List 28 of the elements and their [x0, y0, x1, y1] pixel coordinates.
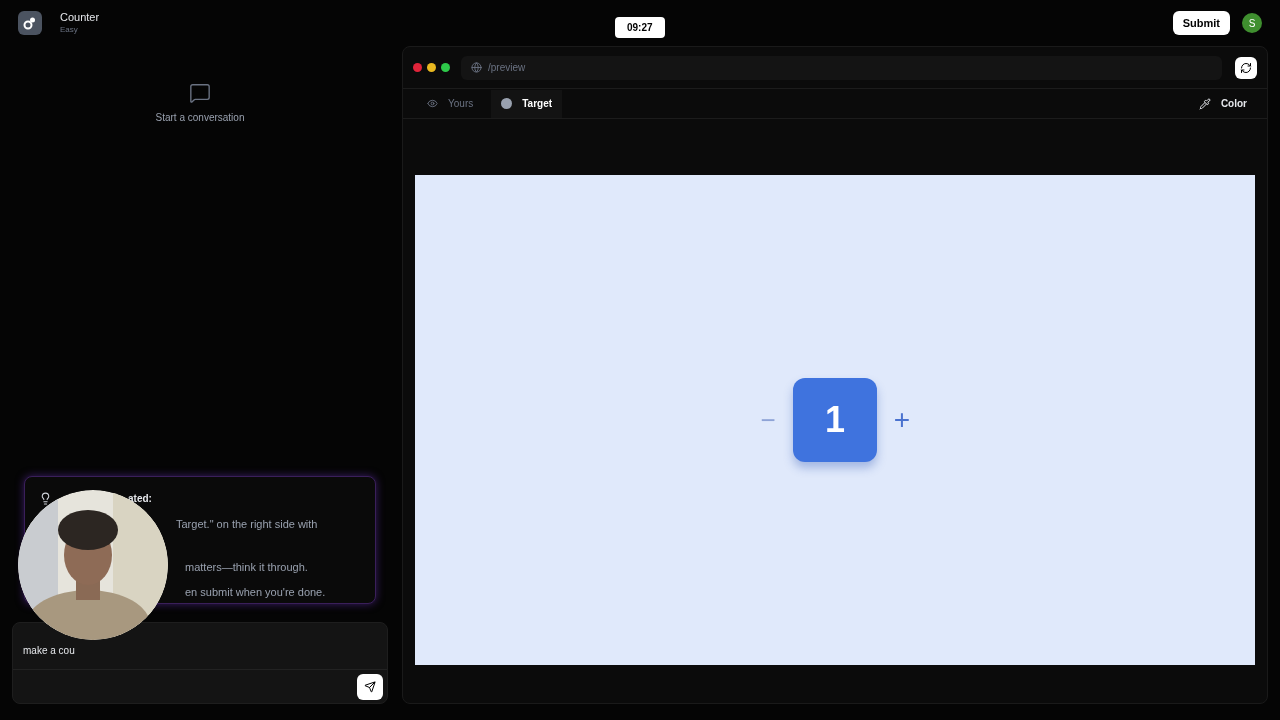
- refresh-button[interactable]: [1235, 56, 1257, 79]
- refresh-icon: [1240, 61, 1252, 74]
- difficulty-label: Easy: [60, 24, 79, 35]
- hint-text: en submit when you're done.: [185, 585, 327, 600]
- send-icon: [364, 680, 376, 693]
- globe-icon: [471, 62, 482, 73]
- color-button[interactable]: Color: [1198, 96, 1253, 111]
- url-bar[interactable]: /preview: [461, 55, 1222, 80]
- empty-chat-label: Start a conversation: [155, 111, 245, 125]
- timer: 09:27: [615, 17, 665, 38]
- increment-button[interactable]: +: [891, 406, 913, 434]
- chat-icon: [189, 82, 211, 104]
- lightbulb-icon: [39, 492, 52, 505]
- preview-tab[interactable]: Target: [491, 89, 563, 118]
- message-input[interactable]: make a cou: [12, 622, 388, 704]
- eye-icon: [427, 98, 438, 109]
- challenge-title: Counter: [60, 11, 100, 25]
- hint-text: matters—think it through.: [185, 559, 309, 575]
- message-text: make a cou: [22, 644, 76, 658]
- send-button[interactable]: [357, 673, 383, 700]
- counter-value: 1: [793, 378, 877, 462]
- user-avatar[interactable]: S: [1242, 13, 1262, 33]
- eyedropper-icon: [1198, 97, 1211, 110]
- submit-button[interactable]: Submit: [1172, 10, 1230, 36]
- app-logo-icon[interactable]: [18, 11, 42, 35]
- preview-tab[interactable]: Yours: [417, 89, 484, 118]
- url-text: /preview: [488, 61, 526, 75]
- hint-text: Target." on the right side with: [176, 517, 319, 532]
